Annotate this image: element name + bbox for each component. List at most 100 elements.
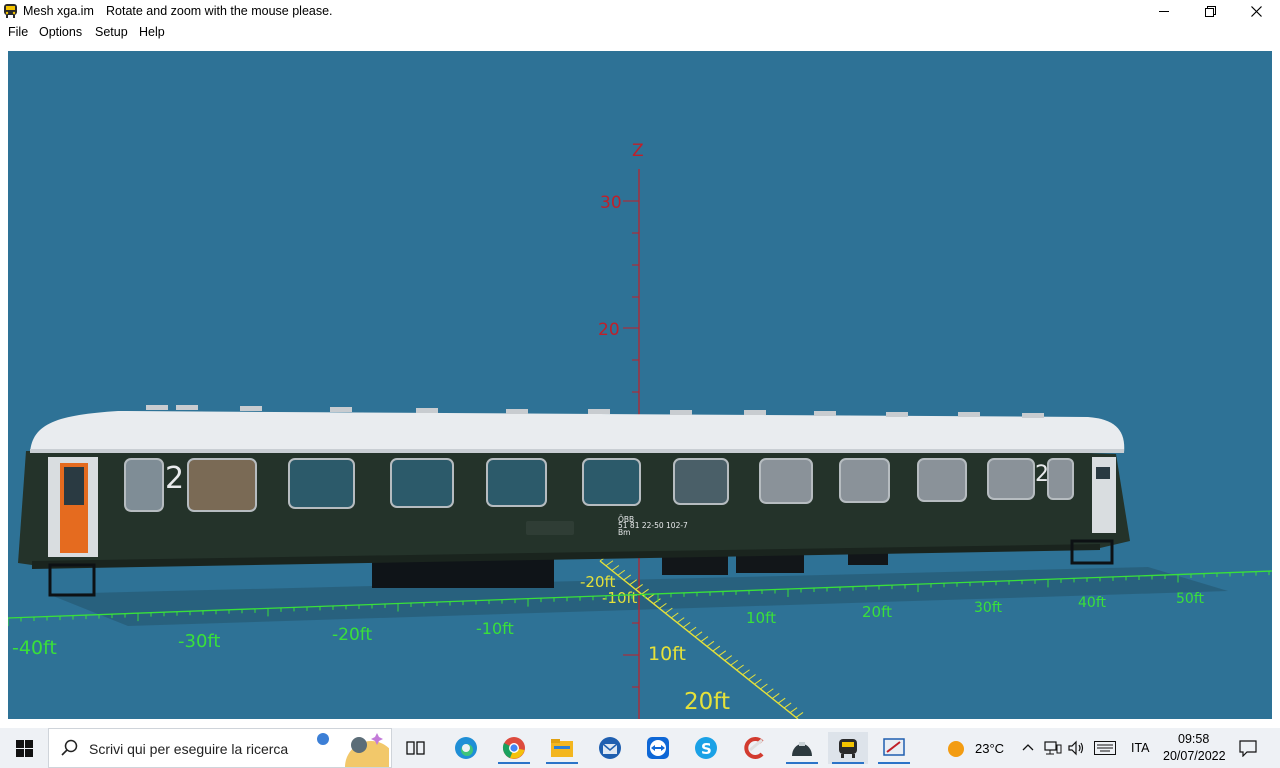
3d-viewport[interactable]: Z 30 20 -20ft -10ft 10ft 20ft -40ft -30f… (8, 51, 1272, 719)
z-tick-20: 20 (598, 320, 620, 340)
taskbar: Scrivi qui per eseguire la ricerca S 23°… (0, 728, 1280, 768)
file-explorer-icon (551, 739, 573, 757)
network-icon[interactable] (1044, 740, 1062, 756)
close-icon (1250, 5, 1262, 17)
railcar-model: 2 2 ÖBB 51 81 22-50 102-7 Bm (18, 405, 1130, 597)
mesh-editor-icon (883, 738, 905, 756)
restore-button[interactable] (1187, 0, 1233, 22)
class-marking-right: 2 (1035, 462, 1049, 487)
keyboard-icon[interactable] (1094, 741, 1116, 755)
z-tick-30: 30 (600, 193, 622, 213)
skype-icon: S (695, 737, 717, 759)
title-bar: Mesh xga.im Rotate and zoom with the mou… (0, 0, 1280, 22)
y-axis-minor-tick (783, 702, 792, 709)
chrome-icon (502, 737, 525, 759)
clock-date[interactable]: 20/07/2022 (1163, 749, 1226, 763)
windows-logo-icon (15, 739, 33, 757)
x-tick-minus20: -20ft (332, 625, 372, 645)
ground-shadow (48, 567, 1228, 626)
ccleaner-icon (744, 737, 764, 759)
chevron-up-icon[interactable] (1022, 742, 1034, 752)
search-box[interactable]: Scrivi qui per eseguire la ricerca (48, 728, 392, 768)
roof-edge (30, 449, 1124, 453)
x-tick-50: 50ft (1176, 591, 1204, 607)
input-language[interactable]: ITA (1131, 741, 1150, 755)
window-title: Mesh xga.im (23, 4, 94, 18)
taskbar-app-teamviewer[interactable] (638, 732, 678, 764)
y-axis-minor-tick (771, 693, 780, 699)
clock-time[interactable]: 09:58 (1178, 732, 1209, 746)
menu-file[interactable]: File (8, 25, 28, 39)
menu-options[interactable]: Options (39, 25, 82, 39)
y-axis-minor-tick (718, 650, 727, 657)
search-icon (61, 739, 78, 756)
teamviewer-icon (647, 737, 669, 759)
x-tick-minus10: -10ft (476, 619, 514, 638)
taskbar-app-skype[interactable]: S (686, 732, 726, 764)
taskbar-app-edge[interactable] (446, 732, 486, 764)
y-axis-minor-tick (789, 707, 798, 714)
x-tick-minus40: -40ft (12, 637, 57, 659)
thunderbird-icon (599, 737, 621, 759)
task-view-button[interactable] (396, 732, 436, 764)
taskbar-app-train[interactable] (828, 732, 868, 764)
menu-setup[interactable]: Setup (95, 25, 128, 39)
menu-help[interactable]: Help (139, 25, 165, 39)
active-indicator (498, 762, 530, 764)
taskbar-app-explorer[interactable] (542, 732, 582, 764)
taskbar-app-chrome[interactable] (494, 732, 534, 764)
search-highlight-icon (317, 733, 389, 767)
x-tick-10: 10ft (746, 609, 776, 627)
left-steps (48, 563, 96, 597)
task-view-icon (406, 741, 425, 755)
y-axis-minor-tick (623, 574, 632, 581)
coach-type: Bm (618, 528, 630, 537)
taskbar-app-ccleaner[interactable] (734, 732, 774, 764)
notifications-icon[interactable] (1239, 740, 1257, 757)
taskbar-app-dome[interactable] (782, 732, 822, 764)
y-axis-minor-tick (736, 664, 744, 671)
scene-svg: Z 30 20 -20ft -10ft 10ft 20ft -40ft -30f… (8, 141, 1272, 719)
edge-icon (455, 737, 477, 759)
y-axis-minor-tick (688, 626, 697, 633)
y-axis-minor-tick (605, 560, 614, 567)
app-dome-icon (792, 742, 812, 756)
taskbar-app-mesh-editor[interactable] (874, 732, 914, 764)
active-indicator (832, 762, 864, 764)
taskbar-app-thunderbird[interactable] (590, 732, 630, 764)
active-indicator (878, 762, 910, 764)
y-axis-minor-tick (670, 612, 679, 619)
start-button[interactable] (0, 728, 48, 768)
window-message: Rotate and zoom with the mouse please. (106, 4, 333, 18)
label-plate (526, 521, 574, 535)
y-axis-minor-tick (795, 712, 804, 718)
train-app-icon (4, 4, 17, 18)
underframe-box (372, 558, 554, 588)
y-axis-minor-tick (617, 569, 626, 576)
y-axis-minor-tick (712, 645, 721, 652)
train-app-icon (839, 739, 857, 758)
svg-text:S: S (701, 740, 712, 758)
weather-temperature[interactable]: 23°C (975, 741, 1004, 756)
close-button[interactable] (1233, 0, 1279, 22)
minimize-button[interactable] (1141, 0, 1187, 22)
restore-icon (1204, 5, 1216, 17)
right-door-window (1096, 467, 1110, 479)
y-axis-minor-tick (682, 621, 691, 628)
menu-bar: File Options Setup Help (0, 22, 1280, 42)
left-door-window (64, 467, 84, 505)
y-axis-minor-tick (760, 683, 768, 690)
y-axis-minor-tick (754, 678, 762, 685)
weather-sun-icon[interactable] (946, 739, 966, 759)
y-tick-20: 20ft (684, 689, 730, 715)
volume-icon[interactable] (1068, 740, 1086, 756)
y-axis-minor-tick (676, 617, 685, 624)
coach-roof (30, 411, 1125, 453)
minimize-icon (1159, 11, 1169, 12)
y-axis-minor-tick (694, 631, 703, 638)
x-tick-30: 30ft (974, 600, 1002, 616)
y-axis-minor-tick (730, 659, 738, 666)
x-tick-40: 40ft (1078, 595, 1106, 611)
z-axis-label: Z (632, 141, 644, 161)
y-axis-minor-tick (700, 636, 709, 642)
